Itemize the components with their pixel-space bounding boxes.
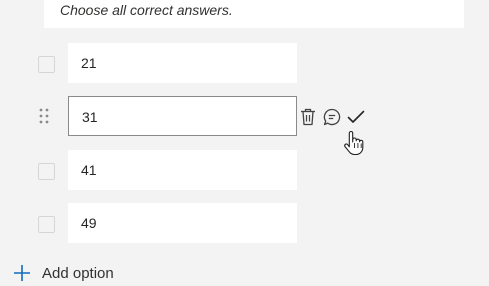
- option-text-1: 21: [81, 55, 97, 71]
- plus-icon: [14, 265, 30, 281]
- add-option-label: Add option: [42, 264, 114, 282]
- trash-icon[interactable]: [300, 108, 316, 126]
- option-text-2: 31: [82, 109, 98, 125]
- checkmark-icon[interactable]: [347, 110, 365, 124]
- add-option-button[interactable]: Add option: [13, 264, 114, 282]
- option-field-2[interactable]: 31: [68, 96, 297, 136]
- drag-handle-icon[interactable]: [38, 106, 50, 126]
- option-field-1[interactable]: 21: [68, 43, 297, 83]
- option-checkbox-3[interactable]: [38, 163, 55, 180]
- option-text-3: 41: [81, 162, 97, 178]
- option-checkbox-1[interactable]: [38, 56, 55, 73]
- option-checkbox-4[interactable]: [38, 216, 55, 233]
- comment-icon[interactable]: [323, 108, 341, 126]
- option-field-3[interactable]: 41: [68, 150, 297, 190]
- option-text-4: 49: [81, 215, 97, 231]
- hand-pointer-icon: [344, 130, 364, 156]
- instruction-box: Choose all correct answers.: [44, 0, 464, 28]
- option-field-4[interactable]: 49: [68, 203, 297, 243]
- instruction-text: Choose all correct answers.: [60, 2, 233, 18]
